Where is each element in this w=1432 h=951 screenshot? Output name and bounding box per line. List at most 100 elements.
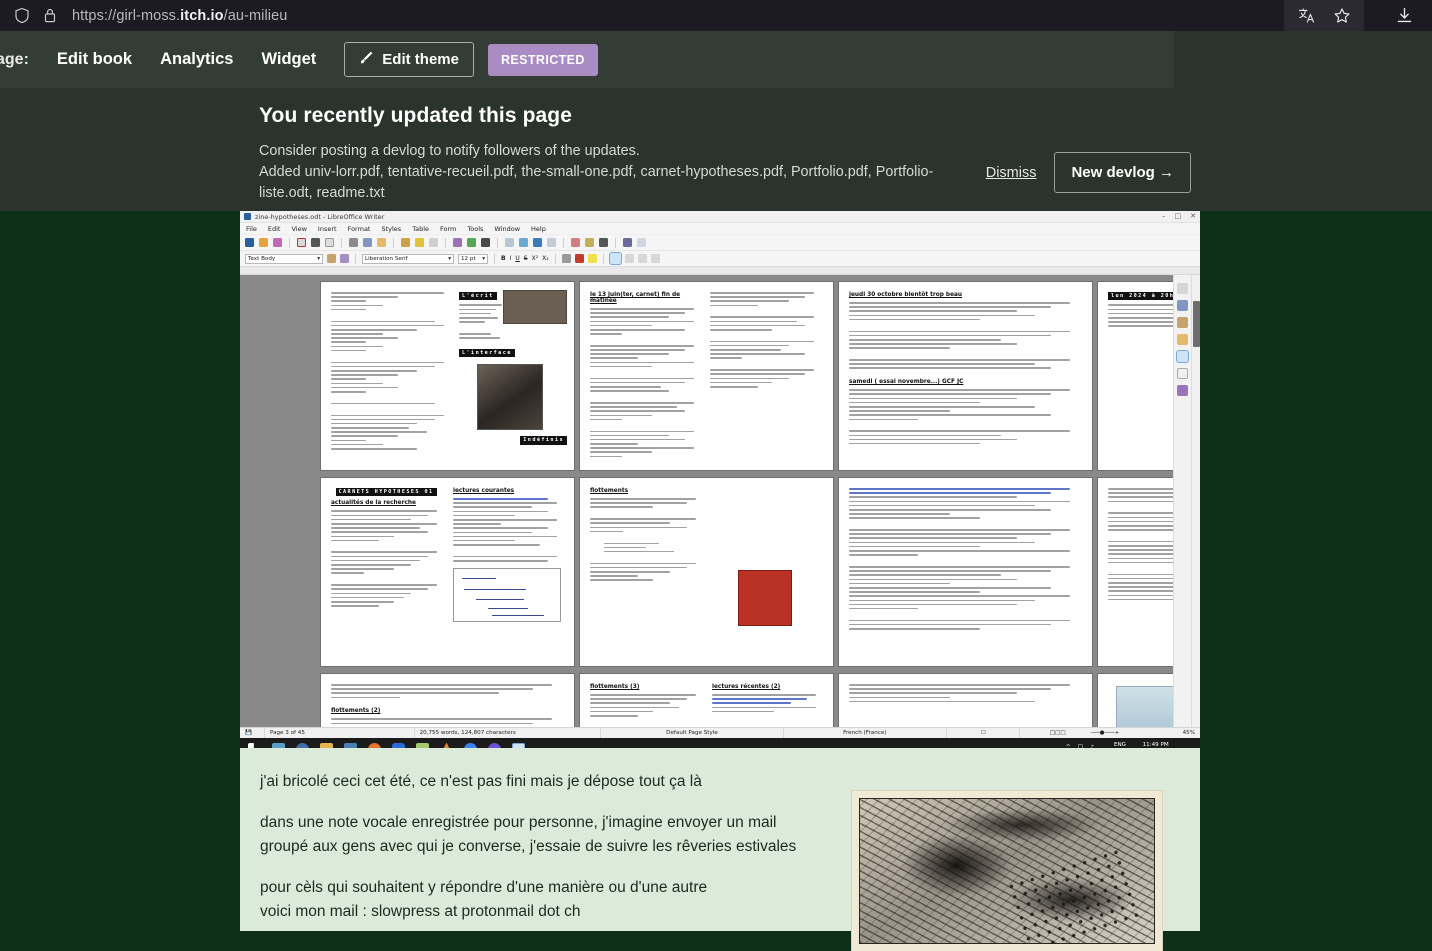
paragraph-style-combo[interactable]: Text Body ▾	[245, 253, 323, 264]
vertical-scrollbar[interactable]	[1191, 275, 1200, 727]
document-page[interactable]	[838, 477, 1093, 667]
sidebar-properties-icon[interactable]	[1177, 300, 1188, 311]
subscript-button[interactable]: X₂	[542, 255, 549, 262]
insert-table-icon[interactable]	[505, 238, 514, 247]
document-page[interactable]: L'écrit L'interface Indéfinis	[320, 281, 575, 471]
window-controls[interactable]: – □ ✕	[1162, 213, 1196, 220]
print-icon[interactable]	[311, 238, 320, 247]
document-canvas[interactable]: L'écrit L'interface Indéfinis le 13 juin…	[240, 275, 1200, 727]
chevron-down-icon[interactable]: ▾	[482, 256, 485, 262]
statusbar-save-icon[interactable]: 💾	[240, 727, 265, 739]
menu-format[interactable]: Format	[348, 225, 371, 233]
sidebar-navigator-icon[interactable]	[1176, 350, 1189, 363]
hyperlink-icon[interactable]	[623, 238, 632, 247]
paste-icon[interactable]	[377, 238, 386, 247]
copy-icon[interactable]	[363, 238, 372, 247]
find-replace-icon[interactable]	[453, 238, 462, 247]
language-indicator[interactable]: ENG FR	[1114, 741, 1126, 748]
document-page[interactable]: flottements (3) lectures récentes (2)	[579, 673, 834, 727]
highlight-color-icon[interactable]	[587, 254, 597, 263]
open-icon[interactable]	[259, 238, 268, 247]
clone-formatting-icon[interactable]	[401, 238, 410, 247]
scrollbar-thumb[interactable]	[1193, 301, 1200, 347]
sidebar-settings-icon[interactable]	[1177, 283, 1188, 294]
redo-icon[interactable]	[429, 238, 438, 247]
sidebar-styles-icon[interactable]	[1177, 317, 1188, 328]
menu-form[interactable]: Form	[440, 225, 456, 233]
insert-textbox-icon[interactable]	[547, 238, 556, 247]
insert-image-icon[interactable]	[519, 238, 528, 247]
libreoffice-sidebar[interactable]	[1173, 275, 1191, 727]
bold-button[interactable]: B	[501, 255, 506, 262]
sidebar-page-icon[interactable]	[1177, 368, 1188, 379]
font-name-combo[interactable]: Liberation Serif ▾	[362, 253, 454, 264]
strikethrough-button[interactable]: S	[524, 255, 528, 262]
italic-button[interactable]: I	[510, 255, 512, 262]
insert-field-icon[interactable]	[585, 238, 594, 247]
url-text[interactable]: https://girl-moss.itch.io/au-milieu	[72, 8, 287, 24]
new-style-icon[interactable]	[340, 254, 349, 263]
new-doc-icon[interactable]	[245, 238, 254, 247]
insert-chart-icon[interactable]	[533, 238, 542, 247]
statusbar-view-layout-icons[interactable]: □□□	[1030, 728, 1085, 739]
menu-table[interactable]: Table	[412, 225, 429, 233]
nav-edit-book[interactable]: Edit book	[43, 50, 146, 69]
update-style-icon[interactable]	[327, 254, 336, 263]
translate-icon[interactable]	[1292, 0, 1320, 31]
downloads-button[interactable]	[1364, 0, 1432, 31]
font-size-combo[interactable]: 12 pt ▾	[458, 253, 488, 264]
formatting-marks-icon[interactable]	[481, 238, 490, 247]
chevron-down-icon[interactable]: ▾	[448, 256, 451, 262]
nav-analytics[interactable]: Analytics	[146, 50, 247, 69]
shield-icon[interactable]	[8, 0, 36, 31]
taskbar-clock[interactable]: 11:49 PM 6/21/2024	[1141, 741, 1170, 748]
libreoffice-formatting-toolbar[interactable]: Text Body ▾ Liberation Serif ▾ 12 pt ▾ B…	[240, 251, 1200, 267]
undo-icon[interactable]	[415, 238, 424, 247]
align-justified-icon[interactable]	[650, 254, 660, 263]
footnote-icon[interactable]	[637, 238, 646, 247]
document-page[interactable]: flottements	[579, 477, 834, 667]
spelling-icon[interactable]	[467, 238, 476, 247]
chevron-down-icon[interactable]: ▾	[317, 256, 320, 262]
bookmark-star-icon[interactable]	[1328, 0, 1356, 31]
menu-window[interactable]: Window	[494, 225, 520, 233]
menu-file[interactable]: File	[246, 225, 257, 233]
new-devlog-button[interactable]: New devlog →	[1054, 152, 1191, 193]
close-icon[interactable]: ✕	[1190, 213, 1196, 220]
superscript-button[interactable]: X²	[532, 255, 539, 262]
dismiss-link[interactable]: Dismiss	[986, 165, 1037, 181]
download-icon[interactable]	[1390, 0, 1418, 31]
align-center-icon[interactable]	[624, 254, 634, 263]
menu-styles[interactable]: Styles	[381, 225, 401, 233]
page-break-icon[interactable]	[571, 238, 580, 247]
font-color-icon[interactable]	[574, 254, 584, 263]
libreoffice-main-toolbar[interactable]	[240, 235, 1200, 251]
address-bar[interactable]: https://girl-moss.itch.io/au-milieu	[0, 0, 287, 31]
document-page[interactable]	[838, 673, 1093, 727]
nav-widget[interactable]: Widget	[247, 50, 330, 69]
lock-icon[interactable]	[36, 0, 64, 31]
minimize-icon[interactable]: –	[1162, 213, 1166, 220]
document-page[interactable]: CARNETS HYPOTHESES 01 actualités de la r…	[320, 477, 575, 667]
underline-button[interactable]: U	[515, 255, 519, 262]
maximize-icon[interactable]: □	[1175, 213, 1182, 220]
cut-icon[interactable]	[349, 238, 358, 247]
libreoffice-menubar[interactable]: File Edit View Insert Format Styles Tabl…	[240, 223, 1200, 235]
sidebar-gallery-icon[interactable]	[1177, 334, 1188, 345]
windows-taskbar[interactable]: ^ ☐ ♪ ENG FR 11:49 PM 6/21/2024	[240, 738, 1200, 748]
document-page[interactable]: flottements (2)	[320, 673, 575, 727]
align-right-icon[interactable]	[637, 254, 647, 263]
sidebar-style-inspector-icon[interactable]	[1177, 385, 1188, 396]
menu-view[interactable]: View	[291, 225, 306, 233]
save-icon[interactable]	[273, 238, 282, 247]
menu-insert[interactable]: Insert	[318, 225, 337, 233]
document-page[interactable]: le 13 juin(ter, carnet) fin de matinée	[579, 281, 834, 471]
document-page[interactable]: jeudi 30 octobre bientôt trop beau samed…	[838, 281, 1093, 471]
menu-help[interactable]: Help	[531, 225, 546, 233]
align-left-icon[interactable]	[608, 252, 622, 265]
clear-formatting-icon[interactable]	[561, 254, 571, 263]
edit-theme-button[interactable]: Edit theme	[344, 42, 474, 77]
statusbar-zoom-slider[interactable]: –──●───+	[1085, 728, 1171, 739]
menu-edit[interactable]: Edit	[268, 225, 281, 233]
print-preview-icon[interactable]	[325, 238, 334, 247]
